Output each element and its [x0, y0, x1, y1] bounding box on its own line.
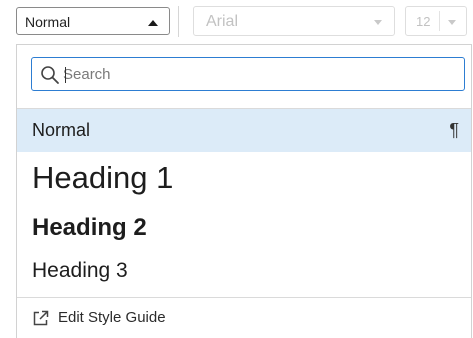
style-option-normal[interactable]: Normal ¶ — [17, 109, 471, 152]
style-option-label: Heading 3 — [32, 259, 128, 282]
font-family-select[interactable]: Arial — [193, 6, 395, 36]
style-option-label: Heading 2 — [32, 214, 147, 241]
caret-up-icon — [148, 20, 158, 26]
style-search-box[interactable] — [31, 57, 465, 91]
caret-down-icon — [374, 20, 382, 25]
style-option-label: Heading 1 — [32, 160, 174, 195]
font-family-value: Arial — [206, 13, 239, 30]
edit-style-guide-label: Edit Style Guide — [58, 309, 166, 326]
caret-down-icon — [448, 20, 456, 25]
search-icon — [41, 66, 59, 84]
font-size-separator — [439, 11, 440, 31]
style-option-heading-1[interactable]: Heading 1 — [17, 153, 471, 203]
font-size-select[interactable]: 12 — [405, 6, 467, 36]
style-option-heading-2[interactable]: Heading 2 — [17, 205, 471, 250]
font-size-value: 12 — [416, 14, 431, 29]
style-search-input[interactable] — [63, 62, 453, 86]
style-option-label: Normal — [32, 120, 91, 140]
style-search-area — [17, 45, 471, 108]
dropdown-footer: Edit Style Guide — [17, 299, 471, 338]
text-cursor — [65, 67, 66, 83]
formatting-toolbar: Normal Arial 12 — [0, 0, 473, 44]
style-dropdown-panel: Normal ¶ Heading 1 Heading 2 Heading 3 E… — [16, 44, 472, 338]
style-option-heading-3[interactable]: Heading 3 — [17, 250, 471, 292]
style-select-value: Normal — [25, 14, 71, 30]
style-select[interactable]: Normal — [16, 7, 170, 35]
editor-window: Normal Arial 12 Norma — [0, 0, 473, 338]
divider — [17, 297, 471, 298]
external-link-icon — [33, 310, 49, 326]
toolbar-divider — [178, 6, 179, 37]
pilcrow-icon: ¶ — [449, 120, 459, 140]
